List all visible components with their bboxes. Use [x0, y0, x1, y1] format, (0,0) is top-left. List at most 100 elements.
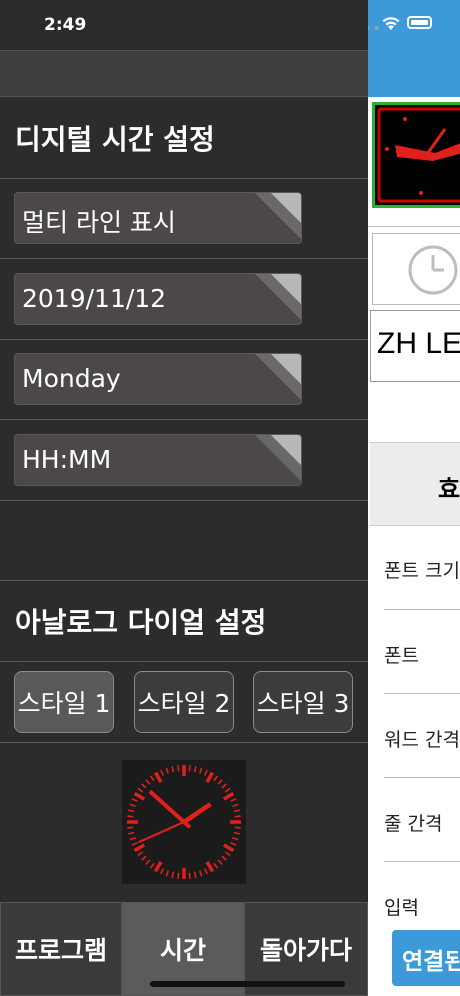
more-dots-icon: ••• [368, 21, 382, 37]
minute-tick [131, 798, 138, 802]
divider [384, 777, 460, 778]
connect-button-label: 연결된 [402, 949, 460, 975]
minute-tick [217, 859, 223, 865]
hour-tick [133, 791, 146, 801]
weekday-format-dropdown[interactable]: Monday [14, 353, 302, 405]
hour-tick [153, 771, 163, 784]
hour-tick [205, 860, 215, 873]
divider [384, 693, 460, 694]
style-3-button[interactable]: 스타일 3 [253, 671, 353, 733]
minute-tick [128, 809, 135, 813]
line-spacing-label: 줄 간격 [384, 813, 443, 835]
minute-tick [188, 765, 191, 772]
dropdown-label: Monday [22, 364, 121, 393]
minute-tick [177, 872, 180, 879]
settings-panel: 2:49 디지털 시간 설정 멀티 라인 표시 2019/11/12 Monda… [0, 0, 368, 996]
minute-tick [165, 767, 170, 774]
hour-tick [205, 771, 215, 784]
minute-tick [177, 765, 180, 772]
minute-tick [145, 859, 151, 865]
minute-tick [204, 868, 208, 875]
analog-clock-thumbnail[interactable] [372, 233, 460, 305]
minute-tick [149, 862, 155, 869]
connect-button[interactable]: 연결된 [392, 930, 460, 986]
battery-icon [407, 16, 432, 29]
minute-tick [160, 769, 164, 776]
dropdown-label: 멀티 라인 표시 [22, 208, 176, 237]
minute-tick [234, 815, 241, 818]
minute-tick [221, 783, 227, 789]
minute-tick [221, 855, 227, 861]
divider [384, 861, 460, 862]
display-mode-dropdown[interactable]: 멀티 라인 표시 [14, 192, 302, 244]
minute-tick [224, 787, 231, 793]
hour-tick [222, 843, 235, 853]
minute-tick [137, 851, 144, 857]
divider [0, 258, 368, 259]
style-1-button[interactable]: 스타일 1 [14, 671, 114, 733]
minute-tick [230, 798, 237, 802]
tab-program[interactable]: 프로그램 [0, 902, 122, 996]
minute-tick [165, 870, 170, 877]
minute-tick [198, 767, 203, 774]
date-format-dropdown[interactable]: 2019/11/12 [14, 273, 302, 325]
hour-tick [133, 843, 146, 853]
input-label: 입력 [384, 897, 419, 919]
time-format-dropdown[interactable]: HH:MM [14, 434, 302, 486]
style-2-button[interactable]: 스타일 2 [134, 671, 234, 733]
divider [0, 580, 368, 581]
home-indicator [150, 981, 345, 987]
dropdown-label: 2019/11/12 [22, 284, 167, 313]
minute-tick [232, 803, 239, 808]
dropdown-corner-icon [255, 435, 301, 481]
minute-tick [149, 775, 155, 782]
hour-tick [222, 791, 235, 801]
minute-tick [213, 775, 219, 782]
second-hand [137, 817, 194, 844]
font-size-label: 폰트 크기 [384, 560, 460, 582]
divider [0, 742, 368, 743]
minute-tick [232, 836, 239, 841]
minute-tick [217, 779, 223, 785]
minute-tick [141, 855, 147, 861]
digital-clock-thumbnail[interactable] [372, 102, 460, 208]
minute-tick [233, 831, 240, 835]
digital-time-section-title: 디지털 시간 설정 [15, 123, 215, 156]
preview-text: ZH LE [377, 327, 460, 360]
minute-tick [129, 836, 136, 841]
minute-tick [234, 826, 241, 829]
divider [0, 178, 368, 179]
analog-clock-preview [122, 760, 246, 884]
minute-tick [188, 872, 191, 879]
word-spacing-label: 워드 간격 [384, 729, 460, 751]
divider [384, 609, 460, 610]
divider [0, 661, 368, 662]
minute-tick [131, 842, 138, 846]
minute-tick [233, 809, 240, 813]
divider [368, 226, 460, 227]
status-time: 2:49 [44, 15, 87, 35]
minute-tick [137, 787, 144, 793]
minute-tick [224, 851, 231, 857]
status-bar: 2:49 [0, 0, 368, 50]
minute-tick [128, 831, 135, 835]
hour-tick [153, 860, 163, 873]
wifi-icon [382, 17, 400, 30]
minute-tick [141, 783, 147, 789]
font-label: 폰트 [384, 645, 419, 667]
minute-tick [193, 871, 197, 878]
minute-tick [160, 868, 164, 875]
minute-tick [127, 826, 134, 829]
effect-header: 효 [370, 442, 460, 526]
dropdown-corner-icon [255, 193, 301, 239]
minute-tick [171, 871, 175, 878]
minute-tick [145, 779, 151, 785]
divider [0, 419, 368, 420]
preview-panel: ••• ZH LE 효 폰트 [368, 0, 460, 996]
divider [0, 339, 368, 340]
minute-tick [213, 862, 219, 869]
clock-icon [408, 245, 458, 295]
analog-dial-section-title: 아날로그 다이얼 설정 [15, 606, 267, 639]
dropdown-corner-icon [255, 354, 301, 400]
preview-status-bar: ••• [368, 0, 460, 97]
